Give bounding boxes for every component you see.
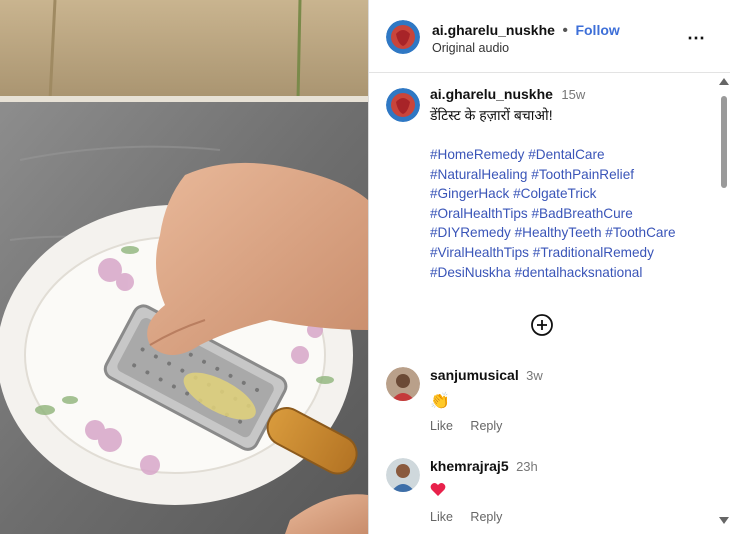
clap-emoji-icon: 👏 — [430, 393, 450, 410]
comment-timestamp[interactable]: 3w — [526, 368, 543, 383]
grater-video-frame — [0, 0, 368, 534]
caption-username-link[interactable]: ai.gharelu_nuskhe — [430, 86, 553, 102]
commenter-username-link[interactable]: sanjumusical — [430, 367, 519, 383]
scroll-down-arrow-icon[interactable] — [719, 517, 729, 524]
like-comment-button[interactable]: Like — [430, 419, 453, 433]
scroll-up-arrow-icon[interactable] — [719, 78, 729, 85]
hashtag-line[interactable]: #GingerHack #ColgateTrick — [430, 184, 720, 204]
hashtag-list: #HomeRemedy #DentalCare #NaturalHealing … — [430, 145, 720, 282]
commenter-username-link[interactable]: khemrajraj5 — [430, 458, 509, 474]
caption-text: डेंटिस्ट के हज़ारों बचाओ! — [430, 107, 553, 123]
reply-comment-button[interactable]: Reply — [470, 510, 502, 524]
reply-comment-button[interactable]: Reply — [470, 419, 502, 433]
plus-circle-icon[interactable] — [530, 313, 554, 337]
follow-button[interactable]: Follow — [575, 22, 619, 38]
author-username-link[interactable]: ai.gharelu_nuskhe — [432, 22, 555, 38]
hashtag-line[interactable]: #ViralHealthTips #TraditionalRemedy — [430, 243, 720, 263]
heart-icon — [430, 482, 446, 496]
hashtag-line[interactable]: #OralHealthTips #BadBreathCure — [430, 204, 720, 224]
author-avatar-image — [386, 20, 420, 54]
scrollbar-thumb[interactable] — [721, 96, 727, 188]
hashtag-line[interactable]: #HomeRemedy #DentalCare — [430, 145, 720, 165]
commenter-avatar-image — [386, 458, 420, 492]
heart-emoji-icon — [430, 482, 700, 500]
comment-timestamp[interactable]: 23h — [516, 459, 538, 474]
more-options-icon[interactable]: ⋯ — [687, 28, 706, 49]
commenter-avatar-image — [386, 367, 420, 401]
hashtag-line[interactable]: #DIYRemedy #HealthyTeeth #ToothCare — [430, 223, 720, 243]
caption-author-avatar[interactable] — [386, 88, 420, 122]
original-audio-link[interactable]: Original audio — [432, 41, 509, 55]
comments-scrollbar[interactable] — [719, 74, 729, 528]
hashtag-line[interactable]: #DesiNuskha #dentalhacksnational — [430, 263, 720, 283]
post-header: ai.gharelu_nuskhe • Follow Original audi… — [369, 0, 730, 73]
commenter-avatar[interactable] — [386, 458, 420, 492]
like-comment-button[interactable]: Like — [430, 510, 453, 524]
commenter-avatar[interactable] — [386, 367, 420, 401]
separator-dot: • — [562, 22, 568, 39]
author-avatar[interactable] — [386, 20, 420, 54]
hashtag-line[interactable]: #NaturalHealing #ToothPainRelief — [430, 165, 720, 185]
caption-timestamp[interactable]: 15w — [561, 87, 585, 102]
post-side-panel: ai.gharelu_nuskhe • Follow Original audi… — [368, 0, 730, 534]
post-media[interactable] — [0, 0, 368, 534]
caption-author-avatar-image — [386, 88, 420, 122]
